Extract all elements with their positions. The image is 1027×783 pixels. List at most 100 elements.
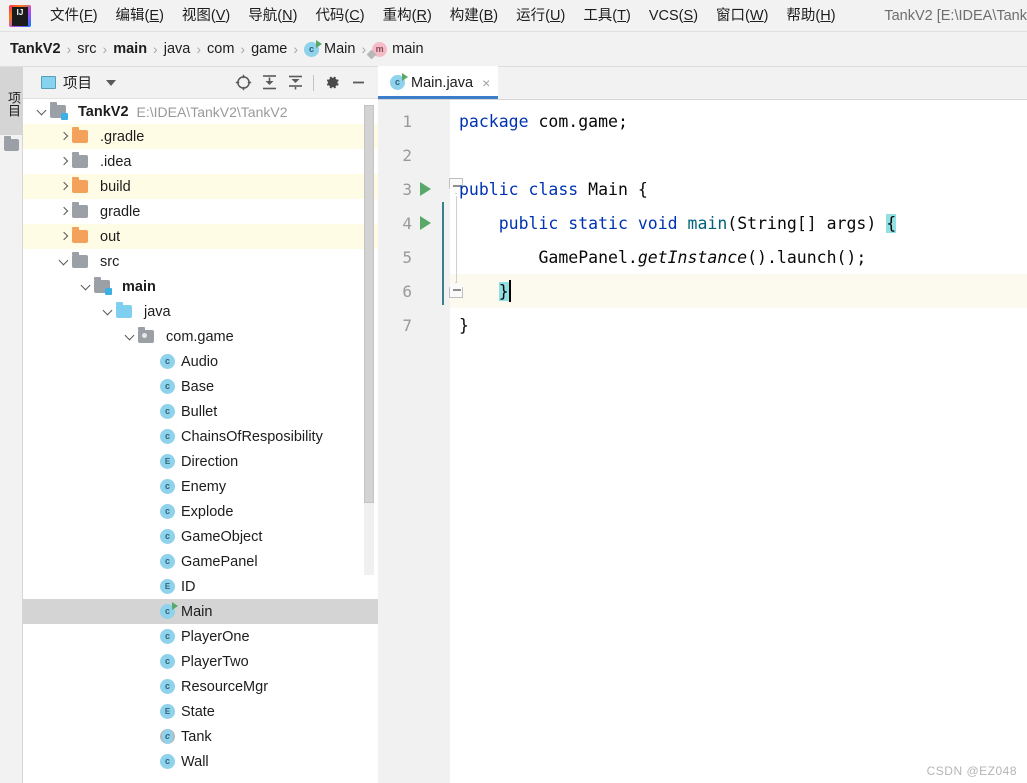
line-number: 4	[402, 213, 412, 233]
tree-row-gameobject[interactable]: c GameObject	[23, 524, 378, 549]
breadcrumb-item-com[interactable]: com	[207, 41, 234, 57]
tree-row-com-game[interactable]: com.game	[23, 324, 378, 349]
project-panel-toolbar: 项目	[23, 67, 378, 99]
run-gutter-icon[interactable]	[420, 216, 431, 230]
folder-gray	[72, 202, 94, 218]
chevron-right-icon[interactable]	[55, 158, 72, 166]
code-token: }	[459, 315, 469, 335]
menu-item-10[interactable]: 窗口(W)	[707, 3, 777, 29]
project-file-tree[interactable]: TankV2 E:\IDEA\TankV2\TankV2 .gradle .idea b…	[23, 99, 378, 783]
intellij-logo-icon[interactable]	[9, 4, 31, 27]
breadcrumb-item-main[interactable]: m main	[372, 41, 424, 57]
tree-row-bullet[interactable]: c Bullet	[23, 399, 378, 424]
breadcrumb-item-tankv2[interactable]: TankV2	[10, 41, 61, 57]
tree-row-resourcemgr[interactable]: c ResourceMgr	[23, 674, 378, 699]
scrollbar-thumb[interactable]	[364, 105, 374, 503]
tree-row-direction[interactable]: E Direction	[23, 449, 378, 474]
class-icon: c	[160, 504, 175, 519]
tree-row-tankv2[interactable]: TankV2 E:\IDEA\TankV2\TankV2	[23, 99, 378, 124]
chevron-down-icon[interactable]	[121, 333, 138, 341]
tree-row-label: ID	[181, 578, 196, 595]
collapse-all-icon[interactable]	[282, 70, 308, 96]
menu-item-2[interactable]: 视图(V)	[173, 3, 239, 29]
package-folder	[138, 327, 154, 343]
folder-gray	[72, 152, 94, 168]
editor-tab-main-java[interactable]: c Main.java ×	[378, 66, 499, 99]
chevron-right-icon[interactable]	[55, 183, 72, 191]
menu-item-7[interactable]: 运行(U)	[507, 3, 574, 29]
tree-row-out[interactable]: out	[23, 224, 378, 249]
tree-row-label: State	[181, 703, 215, 720]
chevron-right-icon[interactable]	[55, 133, 72, 141]
menu-item-3[interactable]: 导航(N)	[239, 3, 306, 29]
menu-item-4[interactable]: 代码(C)	[306, 3, 373, 29]
breadcrumb-item-src[interactable]: src	[77, 41, 96, 57]
tree-row--gradle[interactable]: .gradle	[23, 124, 378, 149]
expand-all-icon[interactable]	[256, 70, 282, 96]
tree-row-gradle[interactable]: gradle	[23, 199, 378, 224]
breadcrumb-label: main	[113, 41, 148, 57]
tree-row-wall[interactable]: c Wall	[23, 749, 378, 774]
settings-gear-icon[interactable]	[319, 70, 345, 96]
tree-row-chainsofresposibility[interactable]: c ChainsOfResposibility	[23, 424, 378, 449]
select-opened-file-icon[interactable]	[230, 70, 256, 96]
intellij-idea-window: 文件(F)编辑(E)视图(V)导航(N)代码(C)重构(R)构建(B)运行(U)…	[0, 0, 1027, 783]
tree-row-playertwo[interactable]: c PlayerTwo	[23, 649, 378, 674]
folder-icon[interactable]	[4, 136, 19, 151]
breadcrumb-separator: ›	[240, 41, 246, 57]
tree-row-audio[interactable]: c Audio	[23, 349, 378, 374]
run-gutter-icon[interactable]	[420, 182, 431, 196]
tool-window-tab-project[interactable]: 项目	[0, 67, 23, 135]
code-token: main	[687, 213, 728, 233]
code-token: getInstance	[637, 247, 748, 267]
code-token: }	[498, 281, 509, 301]
menu-item-8[interactable]: 工具(T)	[574, 3, 640, 29]
code-editor[interactable]: 1 2 3 4 5 6 7 package com.game; public class Ma…	[378, 100, 1027, 783]
tree-row-main[interactable]: main	[23, 274, 378, 299]
tree-row-main[interactable]: c Main	[23, 599, 378, 624]
menu-item-6[interactable]: 构建(B)	[441, 3, 507, 29]
menu-item-9[interactable]: VCS(S)	[640, 3, 707, 29]
tree-row-label: Bullet	[181, 403, 218, 420]
tree-row-tank[interactable]: c Tank	[23, 724, 378, 749]
tree-row-build[interactable]: build	[23, 174, 378, 199]
class-icon: c	[160, 654, 175, 669]
abstract-class-icon: c	[160, 729, 175, 744]
tree-row-explode[interactable]: c Explode	[23, 499, 378, 524]
breadcrumb-item-main[interactable]: main	[113, 41, 147, 57]
tree-row-enemy[interactable]: c Enemy	[23, 474, 378, 499]
menu-item-1[interactable]: 编辑(E)	[107, 3, 173, 29]
chevron-down-icon[interactable]	[77, 283, 94, 291]
vcs-change-marker[interactable]	[442, 202, 444, 305]
tree-row-java[interactable]: java	[23, 299, 378, 324]
breadcrumb-item-game[interactable]: game	[251, 41, 287, 57]
chevron-down-icon[interactable]	[99, 308, 116, 316]
close-icon[interactable]: ×	[482, 76, 490, 90]
code-text-content[interactable]: package com.game; public class Main { pub…	[450, 100, 1027, 783]
tree-row-base[interactable]: c Base	[23, 374, 378, 399]
class-icon: c	[160, 479, 175, 494]
tree-row-playerone[interactable]: c PlayerOne	[23, 624, 378, 649]
hide-panel-icon[interactable]	[345, 70, 371, 96]
module-badge	[61, 113, 68, 120]
tree-row-src[interactable]: src	[23, 249, 378, 274]
project-panel-scrollbar[interactable]	[364, 105, 374, 575]
chevron-right-icon[interactable]	[55, 208, 72, 216]
breadcrumb-item-main[interactable]: c Main	[304, 39, 355, 57]
breadcrumb-item-java[interactable]: java	[164, 41, 191, 57]
chevron-down-icon[interactable]	[33, 108, 50, 116]
menu-item-11[interactable]: 帮助(H)	[777, 3, 844, 29]
chevron-right-icon[interactable]	[55, 233, 72, 241]
tree-row--idea[interactable]: .idea	[23, 149, 378, 174]
tree-row-id[interactable]: E ID	[23, 574, 378, 599]
menu-item-5[interactable]: 重构(R)	[374, 3, 441, 29]
editor-gutter[interactable]: 1 2 3 4 5 6 7	[378, 100, 463, 783]
chevron-down-icon[interactable]	[55, 258, 72, 266]
chevron-down-icon[interactable]	[106, 79, 116, 86]
tree-row-state[interactable]: E State	[23, 699, 378, 724]
tree-row-gamepanel[interactable]: c GamePanel	[23, 549, 378, 574]
menu-item-0[interactable]: 文件(F)	[41, 3, 107, 29]
code-line-6: }	[450, 274, 1027, 308]
folder-gray	[72, 252, 88, 268]
